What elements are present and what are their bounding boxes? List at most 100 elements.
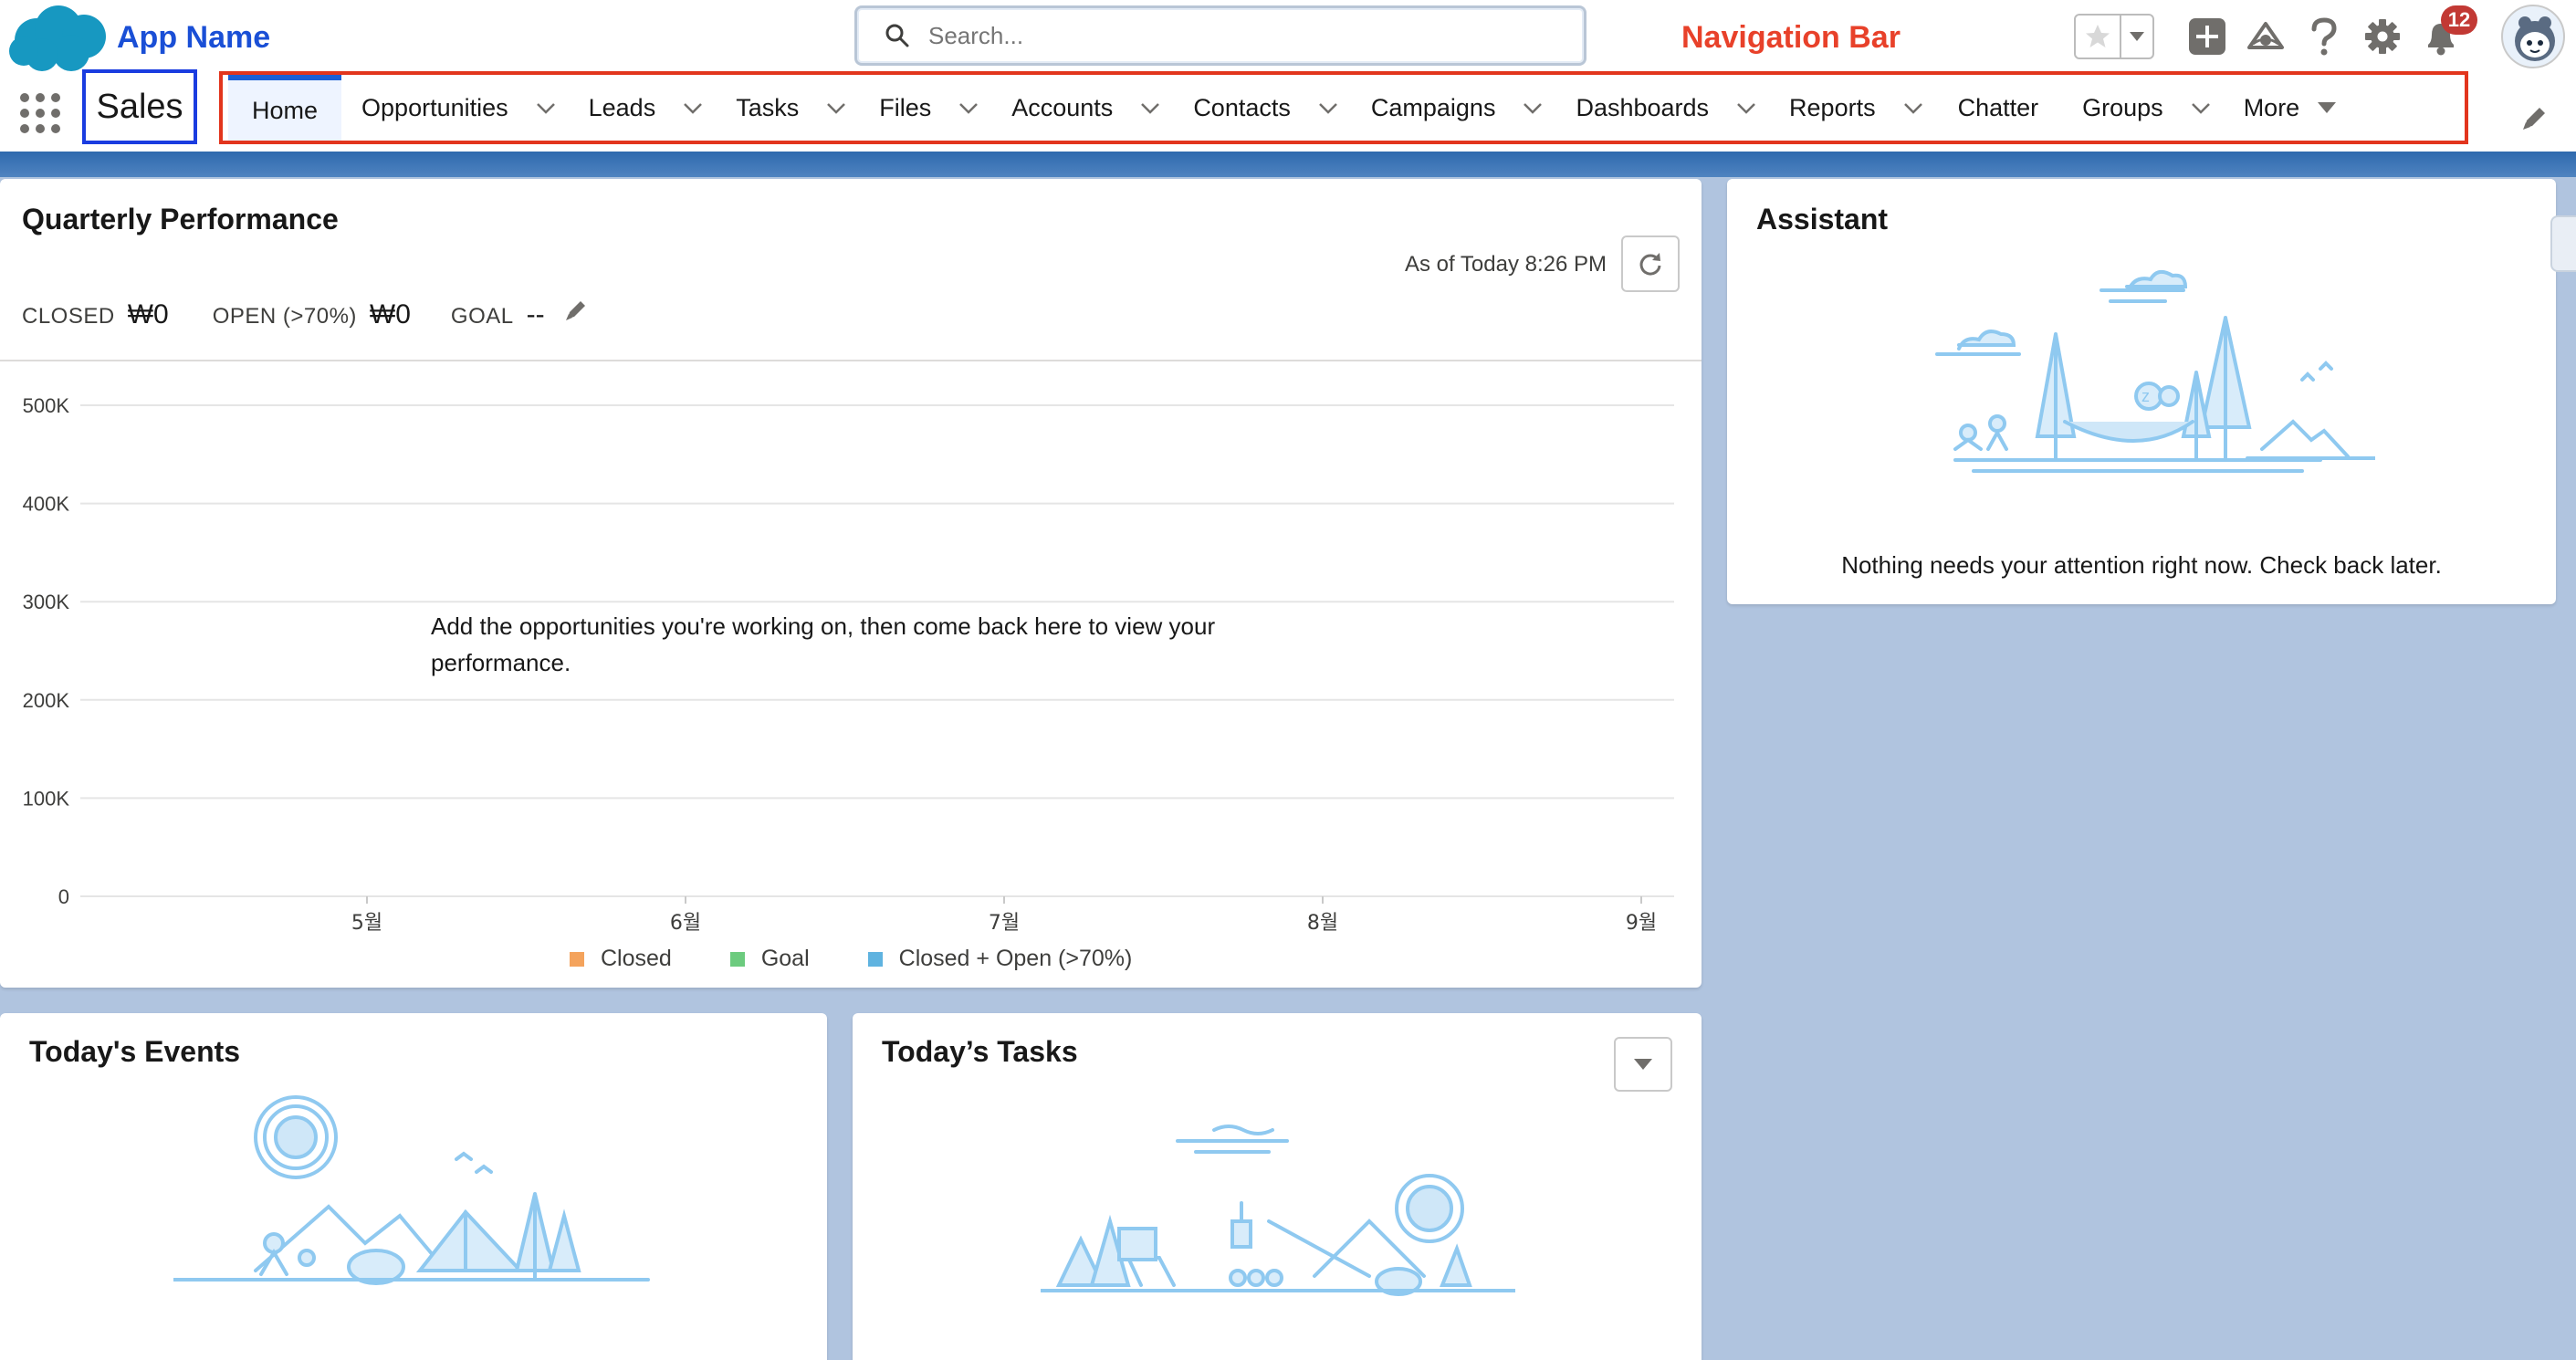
goal-value: -- <box>526 299 545 330</box>
caret-down-icon <box>1634 1059 1652 1070</box>
chevron-down-icon[interactable] <box>1521 96 1545 120</box>
chevron-down-icon[interactable] <box>534 96 558 120</box>
refresh-button[interactable] <box>1621 235 1680 292</box>
as-of-timestamp: As of Today 8:26 PM <box>1404 252 1607 277</box>
global-header: App Name Navigation Bar <box>0 0 2576 152</box>
nav-item-label: Opportunities <box>361 93 508 121</box>
notifications-button[interactable]: 12 <box>2419 5 2477 58</box>
app-name-highlight: Sales <box>82 69 197 144</box>
svg-text:z: z <box>2141 387 2150 405</box>
nav-item-label: Campaigns <box>1370 93 1496 121</box>
favorites-button[interactable] <box>2074 14 2154 59</box>
chevron-down-icon[interactable] <box>2189 96 2213 120</box>
nav-item-label: Reports <box>1789 93 1876 121</box>
refresh-icon <box>1639 253 1661 276</box>
card-title: Today’s Tasks <box>882 1035 1078 1068</box>
open-value: ₩0 <box>369 299 411 330</box>
nav-item-label: Dashboards <box>1576 93 1710 121</box>
nav-item-home[interactable]: Home <box>228 75 342 141</box>
nav-more-label: More <box>2243 93 2300 121</box>
x-tick-label: 7월 <box>989 912 1020 935</box>
nav-item-label: Contacts <box>1193 93 1291 121</box>
user-avatar[interactable] <box>2501 5 2565 68</box>
help-button[interactable] <box>2302 15 2346 58</box>
global-search-box[interactable] <box>854 5 1586 66</box>
global-actions-button[interactable] <box>2185 15 2229 58</box>
todays-events-card: Today's Events <box>0 1013 827 1360</box>
legend-item-closed-open[interactable]: Closed + Open (>70%) <box>867 946 1133 972</box>
nav-item-chatter[interactable]: Chatter <box>1958 75 2039 141</box>
x-tick-label: 6월 <box>670 912 701 935</box>
nav-item-groups[interactable]: Groups <box>2082 75 2213 141</box>
y-tick-label: 300K <box>23 591 70 613</box>
chevron-down-icon[interactable] <box>824 96 848 120</box>
chevron-down-icon[interactable] <box>1316 96 1340 120</box>
nav-item-label: Files <box>879 93 932 121</box>
salesforce-cloud-logo[interactable] <box>5 4 111 75</box>
nav-item-leads[interactable]: Leads <box>589 75 706 141</box>
add-icon <box>2189 18 2225 55</box>
nav-item-dashboards[interactable]: Dashboards <box>1576 75 1758 141</box>
star-icon <box>2086 25 2110 47</box>
edit-nav-pencil-icon[interactable] <box>2519 102 2550 133</box>
legend-label: Closed <box>601 946 672 971</box>
hammock-illustration-icon: z <box>1935 269 2375 473</box>
nav-more-button[interactable]: More <box>2244 75 2339 141</box>
legend-swatch <box>729 951 745 967</box>
legend-label: Goal <box>760 946 810 971</box>
chevron-down-icon[interactable] <box>957 96 980 120</box>
chevron-down-icon[interactable] <box>1901 96 1925 120</box>
y-tick-label: 100K <box>23 787 70 810</box>
search-input[interactable] <box>928 21 1549 50</box>
todays-tasks-card: Today’s Tasks <box>853 1013 1702 1360</box>
trailhead-button[interactable] <box>2244 15 2288 58</box>
y-tick-label: 0 <box>58 885 69 908</box>
astro-avatar-icon <box>2515 16 2555 61</box>
nav-item-accounts[interactable]: Accounts <box>1011 75 1162 141</box>
card-title: Assistant <box>1756 203 1889 235</box>
nav-item-opportunities[interactable]: Opportunities <box>361 75 558 141</box>
nav-item-label: Tasks <box>736 93 800 121</box>
y-tick-label: 200K <box>23 689 70 712</box>
gear-icon <box>2365 19 2400 54</box>
notification-count-badge: 12 <box>2441 5 2477 35</box>
legend-label: Closed + Open (>70%) <box>898 946 1133 971</box>
chevron-down-icon <box>2130 32 2144 41</box>
help-icon <box>2311 17 2337 56</box>
favorites-star-button[interactable] <box>2076 16 2121 58</box>
assistant-card: Assistant z Nothing needs your attention… <box>1727 179 2556 604</box>
campfire-illustration-icon <box>1041 1125 1515 1296</box>
favorites-list-button[interactable] <box>2121 16 2152 58</box>
header-band <box>0 152 2576 177</box>
y-tick-label: 500K <box>23 394 70 417</box>
nav-item-reports[interactable]: Reports <box>1789 75 1925 141</box>
camping-illustration-icon <box>173 1095 650 1285</box>
card-title: Quarterly Performance <box>22 203 339 235</box>
app-launcher-icon[interactable] <box>18 91 62 135</box>
open-label: OPEN (>70%) <box>212 304 357 329</box>
chart-legend: Closed Goal Closed + Open (>70%) <box>570 946 1190 972</box>
legend-item-goal[interactable]: Goal <box>729 946 810 972</box>
x-tick-label: 8월 <box>1307 912 1338 935</box>
nav-item-tasks[interactable]: Tasks <box>736 75 848 141</box>
legend-item-closed[interactable]: Closed <box>570 946 672 972</box>
chevron-down-icon[interactable] <box>1734 96 1758 120</box>
closed-label: CLOSED <box>22 304 115 329</box>
nav-item-label: Home <box>252 96 319 124</box>
x-tick-label: 9월 <box>1626 912 1657 935</box>
performance-metrics: CLOSED ₩0 OPEN (>70%) ₩0 GOAL -- <box>22 298 589 330</box>
setup-button[interactable] <box>2361 15 2404 58</box>
nav-item-label: Groups <box>2082 93 2163 121</box>
x-tick-label: 5월 <box>351 912 382 935</box>
annotation-navigation-bar: Navigation Bar <box>1681 20 1901 55</box>
nav-item-files[interactable]: Files <box>879 75 980 141</box>
closed-value: ₩0 <box>127 299 169 330</box>
chevron-down-icon[interactable] <box>1138 96 1162 120</box>
edit-goal-pencil-icon[interactable] <box>563 298 589 323</box>
tasks-filter-dropdown[interactable] <box>1614 1037 1672 1092</box>
nav-item-campaigns[interactable]: Campaigns <box>1371 75 1545 141</box>
chevron-down-icon[interactable] <box>681 96 705 120</box>
nav-item-contacts[interactable]: Contacts <box>1193 75 1340 141</box>
assistant-collapse-tab[interactable] <box>2550 215 2576 272</box>
legend-swatch <box>570 951 584 967</box>
